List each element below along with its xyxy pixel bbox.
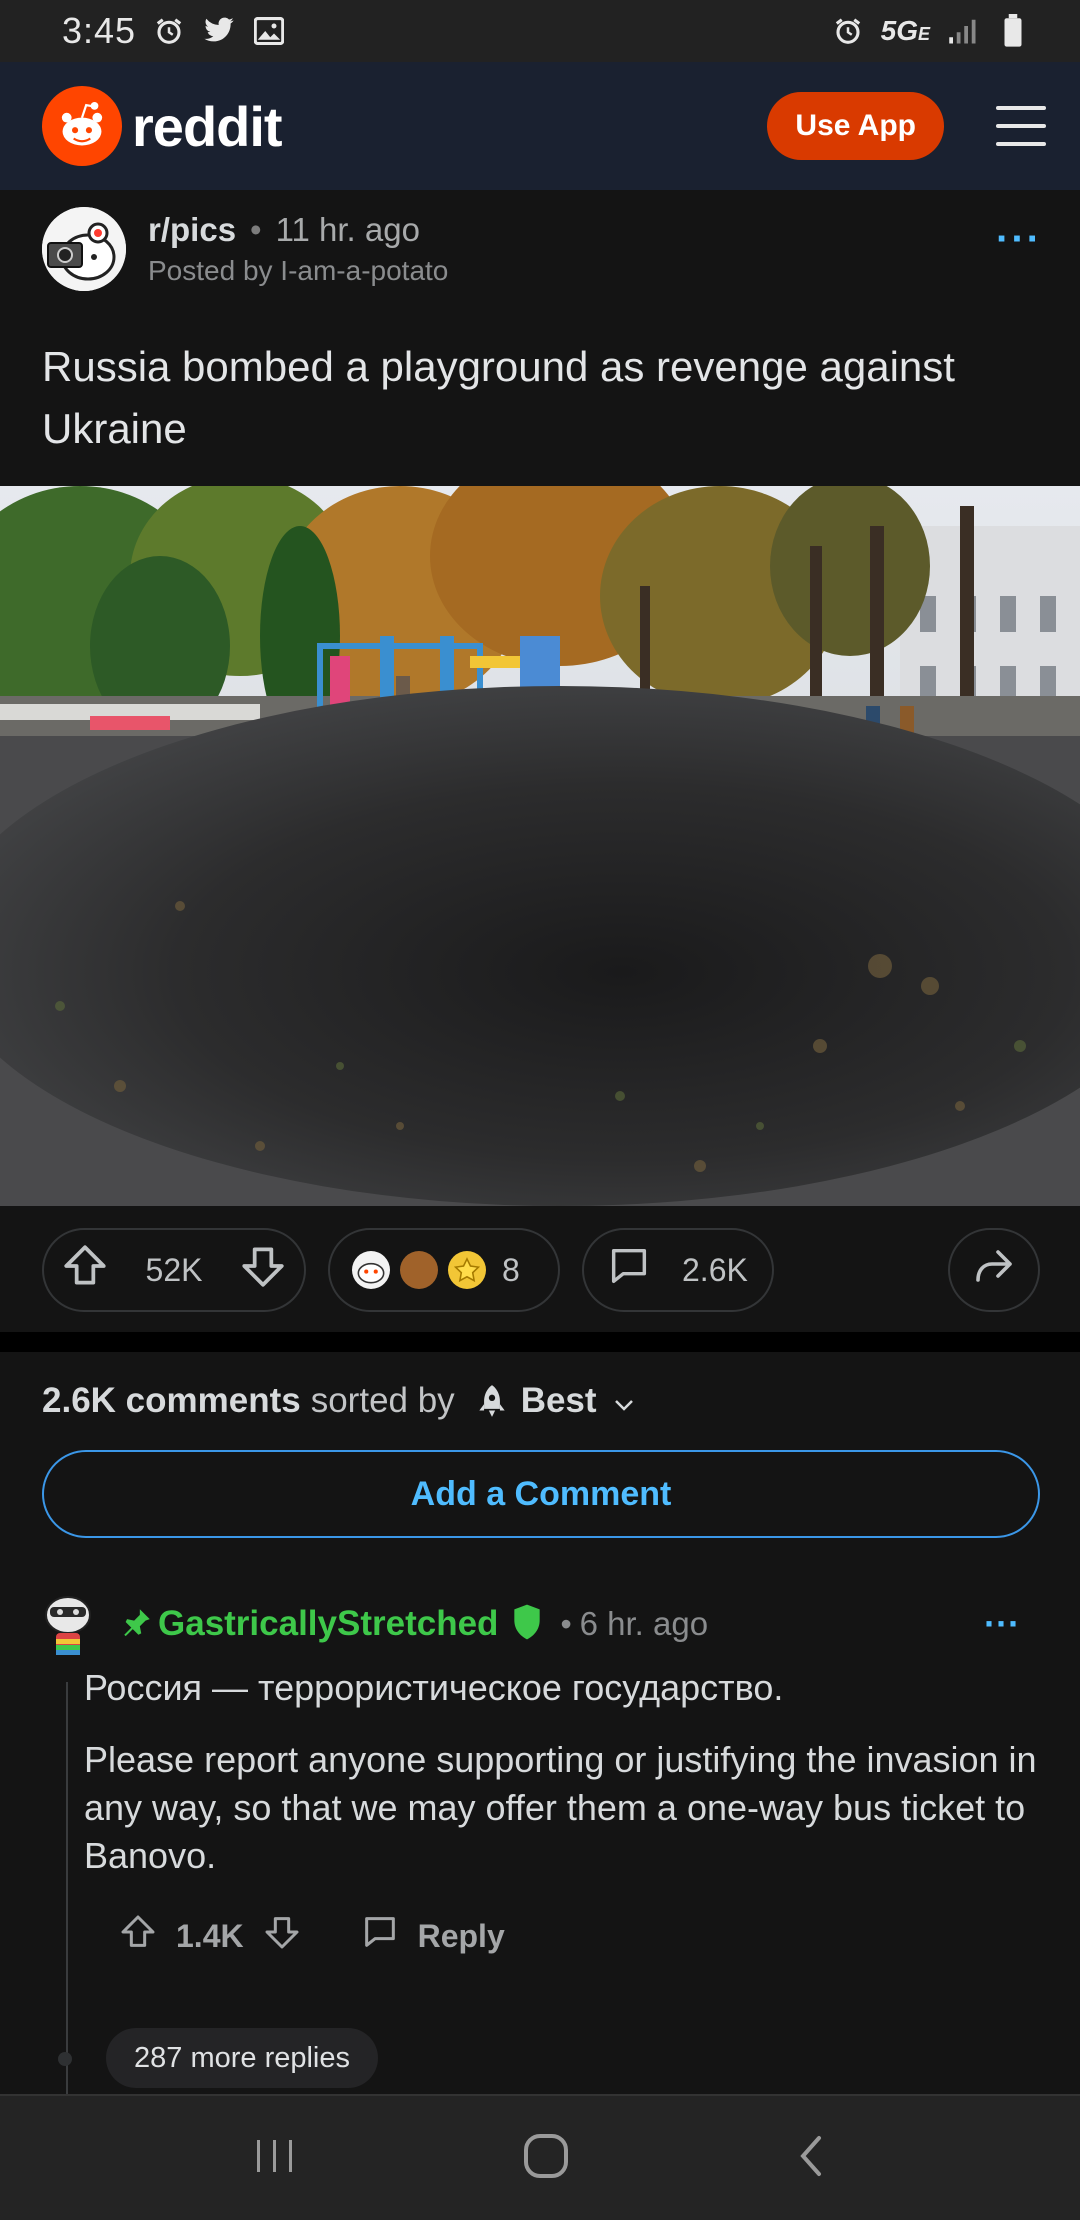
comment-avatar[interactable] (42, 1589, 94, 1659)
comment-actions: 1.4K Reply (118, 1904, 1040, 1968)
hamburger-menu-icon[interactable] (996, 106, 1046, 146)
comment-count: 2.6K (682, 1251, 748, 1288)
brand-name: reddit (132, 94, 283, 158)
use-app-button[interactable]: Use App (767, 92, 944, 160)
share-icon (970, 1242, 1018, 1298)
post-image[interactable] (0, 486, 1080, 1206)
comment-header: GastricallyStretched • 6 hr. ago ··· (42, 1584, 1040, 1664)
chevron-down-icon (613, 1381, 635, 1421)
system-nav-bar (0, 2094, 1080, 2220)
post-title[interactable]: Russia bombed a playground as revenge ag… (42, 336, 1042, 460)
sorted-by-label: sorted by (310, 1381, 455, 1420)
recent-apps-icon[interactable] (253, 2136, 297, 2181)
alarm-icon (152, 14, 186, 48)
posted-by[interactable]: Posted by I-am-a-potato (148, 255, 996, 287)
brand[interactable]: reddit (42, 86, 283, 166)
thread-collapse-line[interactable] (66, 1682, 68, 2112)
sort-dropdown[interactable]: Best (473, 1381, 635, 1421)
comments-pill[interactable]: 2.6K (582, 1228, 774, 1312)
signal-icon (946, 14, 980, 48)
app-header: reddit Use App (0, 62, 1080, 190)
reply-icon (360, 1912, 400, 1960)
network-sub: E (917, 24, 930, 44)
comment-downvote-icon[interactable] (262, 1912, 302, 1960)
alarm-icon (831, 14, 865, 48)
thread-dot (58, 2052, 72, 2066)
comments-header: 2.6K comments sorted by Best (42, 1374, 635, 1428)
moderator-shield-icon (510, 1603, 544, 1646)
comment-body-line: Россия — террористическое государство. (84, 1667, 784, 1708)
post-action-bar: 52K 8 2.6K (42, 1228, 1040, 1312)
reply-button[interactable]: Reply (360, 1912, 505, 1960)
comment-age: 6 hr. ago (579, 1605, 709, 1642)
section-divider (0, 1332, 1080, 1352)
add-comment-button[interactable]: Add a Comment (42, 1450, 1040, 1538)
network-label: 5GE (881, 15, 930, 47)
gallery-icon (252, 14, 286, 48)
comment-score: 1.4K (176, 1917, 244, 1954)
comment-icon (606, 1243, 652, 1297)
post-age: 11 hr. ago (275, 211, 420, 248)
back-icon[interactable] (795, 2134, 827, 2183)
more-replies-button[interactable]: 287 more replies (106, 2028, 378, 2088)
upvote-count: 52K (145, 1251, 203, 1288)
subreddit-name[interactable]: r/pics (148, 211, 236, 248)
home-icon[interactable] (522, 2132, 570, 2185)
downvote-icon[interactable] (238, 1241, 288, 1299)
separator-dot: • (250, 211, 262, 248)
reply-label: Reply (417, 1917, 505, 1954)
comment-body: Россия — террористическое государство. P… (84, 1664, 1040, 1880)
comment: GastricallyStretched • 6 hr. ago ··· Рос… (42, 1584, 1040, 2112)
status-right: 5GE (831, 14, 1030, 48)
share-button[interactable] (948, 1228, 1040, 1312)
comments-count-label: 2.6K comments (42, 1381, 301, 1420)
twitter-icon (202, 14, 236, 48)
comment-author[interactable]: GastricallyStretched (158, 1604, 498, 1644)
post-meta-text: r/pics • 11 hr. ago Posted by I-am-a-potat… (148, 211, 996, 287)
pin-icon (120, 1605, 154, 1644)
awards-pill[interactable]: 8 (328, 1228, 560, 1312)
comment-body-line: Please report anyone supporting or justi… (84, 1739, 1037, 1876)
award-bear-icon (400, 1251, 438, 1289)
separator-dot: • (560, 1605, 572, 1642)
battery-icon (996, 14, 1030, 48)
rocket-icon (473, 1382, 511, 1420)
network-type: 5G (880, 15, 918, 46)
reddit-logo-icon (42, 86, 122, 166)
sort-value: Best (520, 1381, 597, 1420)
status-time: 3:45 (62, 10, 137, 51)
meta-line1: r/pics • 11 hr. ago (148, 211, 996, 249)
comment-upvote-icon[interactable] (118, 1912, 158, 1960)
post-meta: r/pics • 11 hr. ago Posted by I-am-a-potat… (42, 204, 1042, 294)
award-snoo-icon (352, 1251, 390, 1289)
post-more-options-icon[interactable]: ··· (996, 217, 1042, 262)
upvote-icon[interactable] (60, 1241, 110, 1299)
subreddit-avatar[interactable] (42, 207, 126, 291)
award-star-icon (448, 1251, 486, 1289)
vote-pill: 52K (42, 1228, 306, 1312)
status-left: 3:45 (62, 10, 286, 52)
status-bar: 3:45 5GE (0, 0, 1080, 62)
header-right: Use App (767, 92, 1046, 160)
comment-more-options-icon[interactable]: ··· (984, 1603, 1020, 1645)
playground-crater-image (0, 486, 1080, 1206)
award-count: 8 (502, 1251, 520, 1288)
